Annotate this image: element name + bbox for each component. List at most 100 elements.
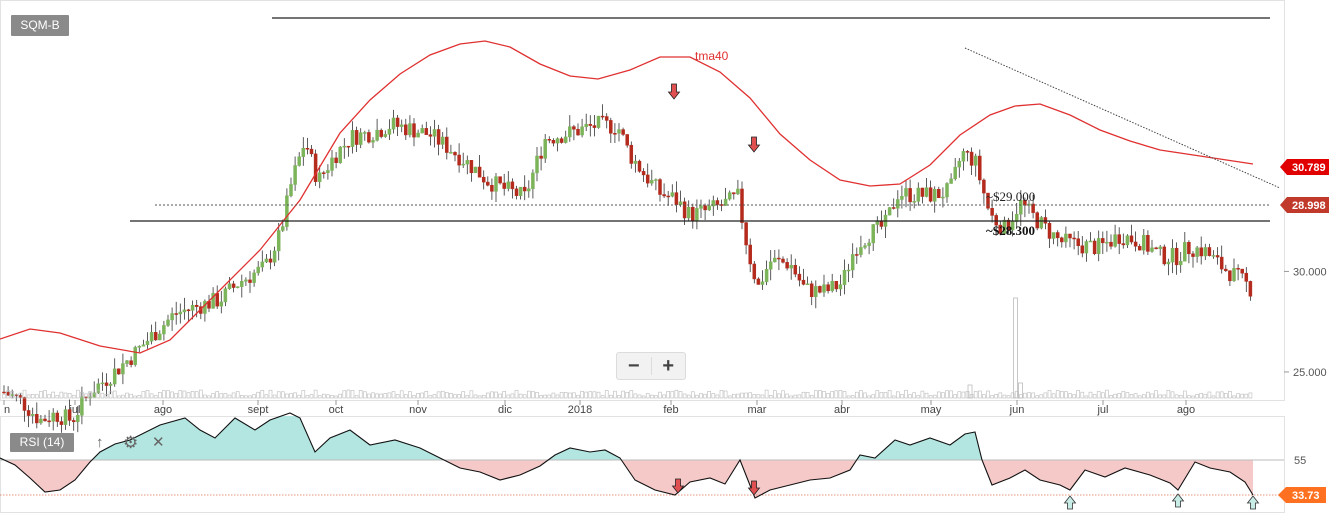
candle-body bbox=[965, 151, 970, 153]
candle-body bbox=[1088, 240, 1093, 243]
candle-body bbox=[502, 182, 506, 189]
volume-bar bbox=[904, 389, 908, 399]
candle-body bbox=[863, 245, 867, 248]
candle-body bbox=[170, 313, 174, 321]
volume-bar bbox=[567, 392, 572, 399]
x-tick-label: ago bbox=[1177, 404, 1195, 416]
volume-bar bbox=[535, 392, 539, 399]
volume-bar bbox=[289, 393, 293, 399]
volume-bar bbox=[867, 395, 871, 399]
candle-body bbox=[633, 160, 638, 164]
volume-bar bbox=[26, 394, 31, 399]
candle-body bbox=[55, 412, 60, 422]
volume-bar bbox=[334, 395, 338, 399]
volume-bar bbox=[863, 392, 867, 399]
volume-bar bbox=[621, 390, 625, 399]
candle-body bbox=[96, 383, 101, 394]
candle-body bbox=[715, 200, 720, 205]
volume-bar bbox=[481, 394, 486, 399]
candle-body bbox=[465, 160, 470, 165]
volume-bar bbox=[731, 393, 736, 399]
x-tick-label: ago bbox=[154, 404, 172, 416]
candle-body bbox=[756, 278, 761, 285]
candle-body bbox=[1109, 241, 1113, 247]
candle-body bbox=[1232, 268, 1236, 282]
candle-body bbox=[149, 332, 154, 342]
volume-bar bbox=[252, 394, 256, 399]
volume-bar bbox=[879, 392, 884, 399]
volume-bar bbox=[596, 391, 601, 399]
candle-body bbox=[777, 257, 781, 260]
candle-body bbox=[900, 195, 904, 200]
volume-bar bbox=[367, 393, 371, 399]
volume-bar bbox=[1068, 393, 1072, 399]
volume-bar bbox=[494, 391, 498, 399]
candle-body bbox=[1064, 233, 1068, 243]
volume-bar bbox=[748, 392, 753, 399]
candle-body bbox=[367, 132, 371, 143]
volume-bar bbox=[436, 391, 441, 399]
candle-body bbox=[604, 116, 609, 121]
volume-bar bbox=[1088, 391, 1093, 399]
candle-body bbox=[420, 128, 424, 134]
candle-body bbox=[842, 269, 847, 285]
candle-body bbox=[871, 224, 875, 244]
candle-body bbox=[641, 171, 646, 176]
move-up-icon[interactable]: ↑ bbox=[96, 433, 104, 452]
volume-bar bbox=[207, 395, 211, 399]
volume-bar bbox=[727, 395, 732, 399]
candle-body bbox=[555, 138, 560, 144]
gear-icon[interactable]: ⚙ bbox=[123, 433, 138, 452]
candle-body bbox=[1142, 235, 1146, 251]
candle-body bbox=[354, 130, 359, 145]
zoom-in-button[interactable]: + bbox=[651, 353, 685, 379]
volume-bar bbox=[125, 392, 129, 399]
candle-body bbox=[1146, 235, 1150, 252]
candle-body bbox=[1240, 268, 1244, 274]
candle-body bbox=[1158, 246, 1162, 249]
volume-bar bbox=[789, 395, 794, 399]
chart-canvas: n jul ago sept oct nov dic 2018 feb mar abr may jun j… bbox=[0, 0, 1329, 513]
candle-body bbox=[1047, 222, 1052, 239]
candle-body bbox=[281, 226, 285, 231]
volume-bar bbox=[1043, 392, 1048, 399]
volume-bar bbox=[772, 390, 777, 399]
volume-bar bbox=[961, 391, 966, 399]
candle-body bbox=[678, 201, 683, 205]
volume-bar bbox=[887, 390, 892, 399]
volume-bar bbox=[235, 391, 240, 399]
volume-bar bbox=[797, 394, 802, 399]
candle-body bbox=[166, 319, 170, 326]
volume-bar bbox=[432, 394, 437, 399]
volume-bar bbox=[305, 395, 310, 399]
candle-body bbox=[518, 186, 523, 196]
volume-bar bbox=[1215, 391, 1220, 399]
close-icon[interactable]: ✕ bbox=[152, 433, 165, 452]
volume-bar bbox=[280, 391, 285, 399]
candle-body bbox=[219, 301, 224, 307]
ticker-label[interactable]: SQM-B bbox=[11, 15, 69, 36]
volume-bar bbox=[30, 394, 35, 399]
rsi-label[interactable]: RSI (14) bbox=[10, 433, 74, 452]
candle-body bbox=[674, 192, 679, 205]
candle-body bbox=[1215, 255, 1220, 258]
candle-body bbox=[383, 134, 388, 137]
candle-body bbox=[215, 293, 219, 307]
candle-body bbox=[1105, 241, 1109, 244]
candle-body bbox=[535, 155, 539, 174]
candle-body bbox=[662, 194, 666, 197]
volume-bar bbox=[117, 395, 121, 399]
zoom-out-button[interactable]: − bbox=[617, 353, 651, 379]
candle-body bbox=[432, 129, 437, 137]
candle-body bbox=[1039, 217, 1044, 229]
candle-body bbox=[850, 254, 855, 271]
candle-body bbox=[588, 123, 593, 126]
candle-body bbox=[1113, 234, 1117, 247]
volume-bar bbox=[522, 394, 527, 399]
candle-body bbox=[1076, 238, 1080, 246]
candle-body bbox=[740, 188, 744, 223]
volume-bar bbox=[707, 391, 712, 399]
volume-bar bbox=[1031, 392, 1035, 399]
volume-bar bbox=[801, 391, 806, 399]
volume-bar bbox=[342, 390, 347, 399]
